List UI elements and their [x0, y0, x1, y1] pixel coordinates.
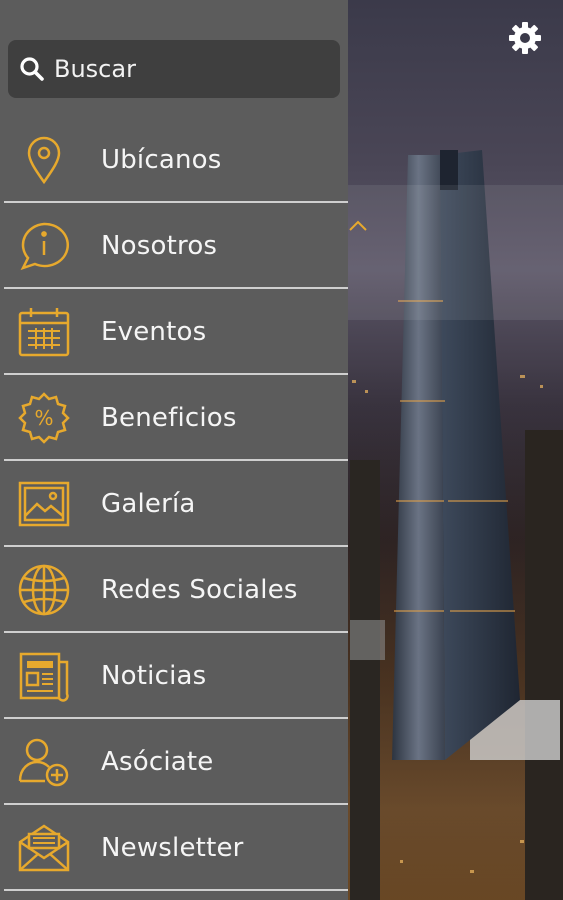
menu-item-ubicanos[interactable]: Ubícanos [0, 117, 348, 203]
search-bar[interactable] [8, 40, 340, 98]
percent-badge-icon: % [16, 390, 72, 446]
calendar-icon [16, 304, 72, 360]
navigation-drawer: Ubícanos Nosotros [0, 0, 348, 900]
menu-item-label: Ubícanos [101, 145, 222, 175]
envelope-icon [16, 820, 72, 876]
menu-item-newsletter[interactable]: Newsletter [0, 805, 348, 891]
menu-item-redes-sociales[interactable]: Redes Sociales [0, 547, 348, 633]
menu-item-label: Redes Sociales [101, 575, 298, 605]
menu-item-label: Eventos [101, 317, 207, 347]
menu-item-label: Nosotros [101, 231, 218, 261]
globe-icon [16, 562, 72, 618]
add-user-icon [16, 734, 72, 790]
menu-item-label: Newsletter [101, 833, 244, 863]
menu-item-beneficios[interactable]: % Beneficios [0, 375, 348, 461]
info-bubble-icon [16, 218, 72, 274]
svg-text:%: % [34, 406, 53, 430]
drawer-menu: Ubícanos Nosotros Eventos % Beneficios G… [0, 117, 348, 891]
gear-icon [509, 22, 541, 54]
menu-item-label: Galería [101, 489, 196, 519]
menu-item-nosotros[interactable]: Nosotros [0, 203, 348, 289]
location-pin-icon [16, 132, 72, 188]
menu-item-galeria[interactable]: Galería [0, 461, 348, 547]
menu-item-eventos[interactable]: Eventos [0, 289, 348, 375]
menu-item-label: Noticias [101, 661, 207, 691]
settings-button[interactable] [507, 20, 543, 56]
newspaper-icon [16, 648, 72, 704]
search-icon [18, 55, 46, 83]
menu-item-noticias[interactable]: Noticias [0, 633, 348, 719]
menu-item-label: Asóciate [101, 747, 214, 777]
search-input[interactable] [54, 55, 324, 83]
menu-item-label: Beneficios [101, 403, 237, 433]
image-gallery-icon [16, 476, 72, 532]
menu-item-asociate[interactable]: Asóciate [0, 719, 348, 805]
